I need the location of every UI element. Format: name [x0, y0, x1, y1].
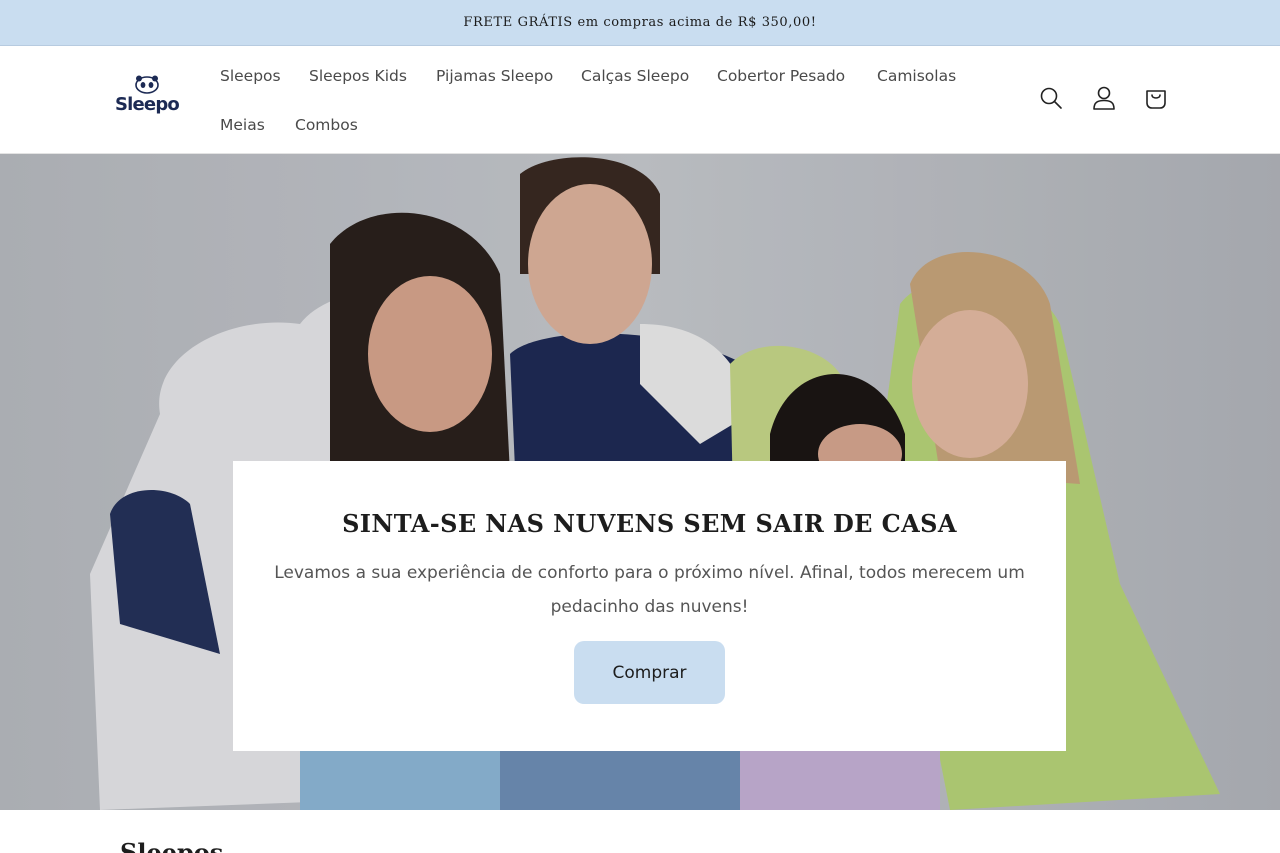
hero-card: SINTA-SE NAS NUVENS SEM SAIR DE CASA Lev… [233, 461, 1066, 751]
hero-description: Levamos a sua experiência de conforto pa… [274, 563, 1025, 617]
main-nav: Sleepos Sleepos Kids Pijamas Sleepo Calç… [206, 46, 986, 154]
account-button[interactable] [1091, 84, 1117, 112]
nav-item-combos[interactable]: Combos [281, 110, 372, 140]
nav-item-calcas-sleepo[interactable]: Calças Sleepo [567, 61, 703, 91]
account-icon [1093, 86, 1115, 110]
cart-button[interactable] [1143, 84, 1169, 112]
search-button[interactable] [1038, 84, 1064, 112]
nav-item-pijamas-sleepo[interactable]: Pijamas Sleepo [422, 61, 567, 91]
search-icon [1040, 87, 1062, 109]
cart-icon [1146, 90, 1166, 109]
nav-item-cobertor-pesado[interactable]: Cobertor Pesado [703, 61, 859, 91]
nav-item-camisolas[interactable]: Camisolas [863, 61, 970, 91]
site-header: Sleepo Sleepos Sleepos Kids Pijamas Slee… [0, 46, 1280, 154]
logo[interactable]: Sleepo [114, 72, 180, 124]
announcement-bar: FRETE GRÁTIS em compras acima de R$ 350,… [0, 0, 1280, 46]
logo-text: Sleepo [114, 94, 180, 115]
panda-logo-icon [135, 75, 159, 94]
nav-item-meias[interactable]: Meias [206, 110, 279, 140]
announcement-text: FRETE GRÁTIS em compras acima de R$ 350,… [463, 15, 817, 30]
section-title: Sleepos [120, 838, 224, 853]
hero-banner: SINTA-SE NAS NUVENS SEM SAIR DE CASA Lev… [0, 154, 1280, 810]
nav-item-sleepos-kids[interactable]: Sleepos Kids [295, 61, 421, 91]
hero-title: SINTA-SE NAS NUVENS SEM SAIR DE CASA [342, 509, 957, 538]
nav-item-sleepos[interactable]: Sleepos [206, 61, 295, 91]
shop-button[interactable]: Comprar [574, 641, 725, 704]
